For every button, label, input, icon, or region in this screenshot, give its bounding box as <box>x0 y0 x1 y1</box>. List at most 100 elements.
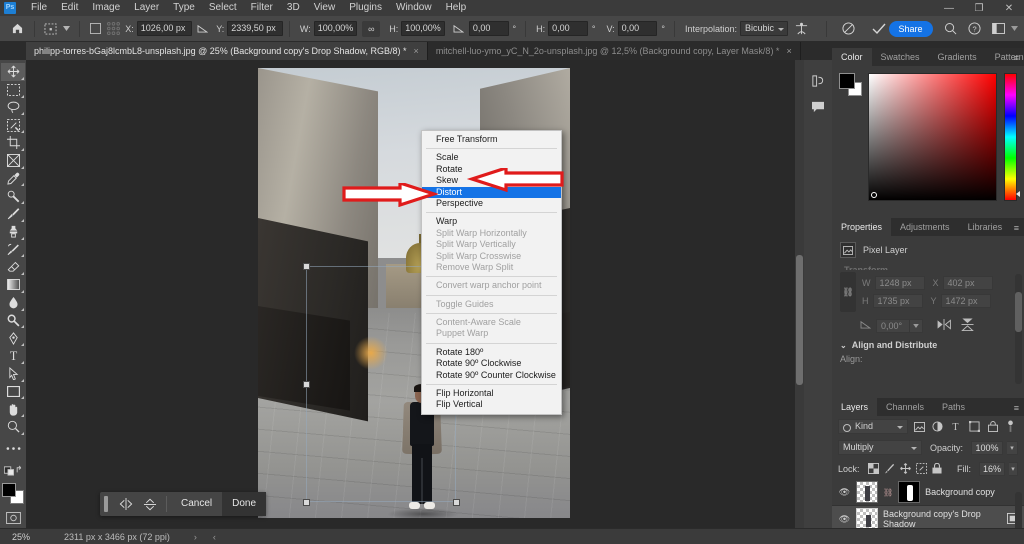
h-skew-input[interactable]: 0,00 <box>548 21 588 36</box>
menu-type[interactable]: Type <box>166 0 202 16</box>
menu-window[interactable]: Window <box>389 0 439 16</box>
menu-edit[interactable]: Edit <box>54 0 85 16</box>
color-swatches[interactable] <box>1 482 25 504</box>
quick-mask-icon[interactable] <box>1 509 25 527</box>
panel-menu-icon[interactable]: ≡ <box>1014 223 1019 233</box>
warp-mode-icon[interactable] <box>792 20 812 38</box>
close-icon[interactable]: × <box>786 46 791 56</box>
tab-color[interactable]: Color <box>832 48 872 66</box>
document-tab-active[interactable]: philipp-torres-bGaj8lcmbL8-unsplash.jpg … <box>26 42 428 60</box>
lock-image-pixels-icon[interactable] <box>883 461 895 476</box>
chevron-down-icon[interactable]: ⌄ <box>840 341 847 350</box>
hand-tool[interactable] <box>1 400 25 418</box>
document-tab-inactive[interactable]: mitchell-luo-ymo_yC_N_2o-unsplash.jpg @ … <box>427 42 801 60</box>
panel-menu-icon[interactable]: ≡ <box>1014 403 1019 413</box>
layer-visibility-icon[interactable]: 👁 <box>838 514 851 525</box>
layer-name[interactable]: Background copy's Drop Shadow <box>883 509 1002 529</box>
eraser-tool[interactable] <box>1 258 25 276</box>
status-arrow-icon[interactable]: › <box>194 532 197 542</box>
zoom-level[interactable]: 25% <box>0 532 42 542</box>
scrollbar-thumb[interactable] <box>1015 292 1022 332</box>
zoom-tool[interactable] <box>1 418 25 436</box>
link-chain-icon[interactable]: ∞ <box>362 20 381 37</box>
search-icon[interactable] <box>941 20 961 38</box>
properties-y-input[interactable]: 1472 px <box>940 294 991 308</box>
restore-icon[interactable]: ❐ <box>964 0 994 16</box>
layer-thumbnail[interactable] <box>856 481 878 503</box>
flip-horizontal-icon[interactable] <box>114 492 138 516</box>
transform-handle-ml[interactable] <box>303 381 310 388</box>
pixel-filter-icon[interactable] <box>912 419 926 434</box>
blend-mode-select[interactable]: Multiply <box>838 440 922 455</box>
lock-transparent-pixels-icon[interactable] <box>867 461 880 476</box>
canvas-area[interactable]: Cancel Done <box>26 60 804 528</box>
commit-transform-icon[interactable] <box>869 20 889 38</box>
comments-icon[interactable] <box>804 94 832 120</box>
opacity-stepper[interactable]: ▾ <box>1007 440 1019 455</box>
help-circle-icon[interactable]: ? <box>964 20 984 38</box>
y-input[interactable]: 2339,50 px <box>227 21 283 36</box>
menu-image[interactable]: Image <box>85 0 127 16</box>
move-tool[interactable] <box>1 63 25 81</box>
angle-dropdown-icon[interactable] <box>910 319 923 333</box>
x-input[interactable]: 1026,00 px <box>136 21 193 36</box>
color-panel[interactable] <box>832 66 1024 218</box>
transform-handle-tl[interactable] <box>303 263 310 270</box>
transform-handle-br[interactable] <box>453 499 460 506</box>
lock-position-icon[interactable] <box>899 461 911 476</box>
transform-reference-icon[interactable] <box>41 20 61 38</box>
align-section-header[interactable]: ⌄ Align and Distribute <box>832 334 1024 350</box>
type-tool[interactable]: T <box>1 347 25 365</box>
dodge-tool[interactable] <box>1 312 25 330</box>
fill-input[interactable]: 16% <box>979 461 1006 476</box>
flip-horizontal-icon[interactable] <box>937 319 951 333</box>
tab-adjustments[interactable]: Adjustments <box>891 218 959 236</box>
pen-tool[interactable] <box>1 329 25 347</box>
home-icon[interactable] <box>8 20 28 38</box>
layer-thumbnail[interactable] <box>856 508 878 530</box>
foreground-color-swatch[interactable] <box>839 73 855 89</box>
cancel-transform-icon[interactable] <box>839 20 859 38</box>
tab-properties[interactable]: Properties <box>832 218 892 236</box>
menu-help[interactable]: Help <box>439 0 474 16</box>
menu-layer[interactable]: Layer <box>127 0 166 16</box>
menu-item-perspective[interactable]: Perspective <box>422 198 561 209</box>
done-button[interactable]: Done <box>222 492 267 516</box>
reference-dropdown-icon[interactable] <box>61 20 73 38</box>
status-expand-icon[interactable]: ‹ <box>213 532 216 542</box>
panel-menu-icon[interactable]: ≡ <box>1014 53 1019 63</box>
drag-grip-icon[interactable] <box>104 496 108 512</box>
scrollbar-thumb[interactable] <box>796 255 803 385</box>
constrain-proportions-icon[interactable]: ⛓ <box>840 272 856 312</box>
height-input[interactable]: 100,00% <box>401 21 445 36</box>
menu-item-free-transform[interactable]: Free Transform <box>422 134 561 145</box>
color-picker-field[interactable] <box>868 73 997 201</box>
gradient-tool[interactable] <box>1 276 25 294</box>
reference-point-grid[interactable] <box>105 20 121 38</box>
minimize-icon[interactable]: — <box>934 0 964 16</box>
shape-filter-icon[interactable] <box>967 419 981 434</box>
properties-height-input[interactable]: 1735 px <box>872 294 923 308</box>
menu-3d[interactable]: 3D <box>280 0 307 16</box>
transform-confirm-bar[interactable]: Cancel Done <box>100 492 267 516</box>
color-picker-marker[interactable] <box>871 192 877 198</box>
interpolation-select[interactable]: Bicubic <box>740 21 789 36</box>
frame-tool[interactable] <box>1 152 25 170</box>
tab-swatches[interactable]: Swatches <box>872 48 929 66</box>
canvas-vertical-scrollbar[interactable] <box>795 60 804 528</box>
object-selection-tool[interactable] <box>1 116 25 134</box>
tab-gradients[interactable]: Gradients <box>929 48 986 66</box>
tab-layers[interactable]: Layers <box>832 398 878 416</box>
cancel-button[interactable]: Cancel <box>171 492 222 516</box>
edit-toolbar-tool[interactable] <box>1 440 25 458</box>
filter-toggle-icon[interactable] <box>1004 419 1018 434</box>
close-icon[interactable]: × <box>414 46 419 56</box>
tab-paths[interactable]: Paths <box>933 398 974 416</box>
menu-item-rotate-180[interactable]: Rotate 180º <box>422 347 561 358</box>
clone-stamp-tool[interactable] <box>1 223 25 241</box>
workspace-panel-icon[interactable] <box>988 20 1008 38</box>
menu-plugins[interactable]: Plugins <box>342 0 389 16</box>
layer-row-background-copy[interactable]: 👁 ⛓ Background copy <box>832 479 1024 506</box>
width-input[interactable]: 100,00% <box>313 21 358 36</box>
menu-select[interactable]: Select <box>202 0 244 16</box>
